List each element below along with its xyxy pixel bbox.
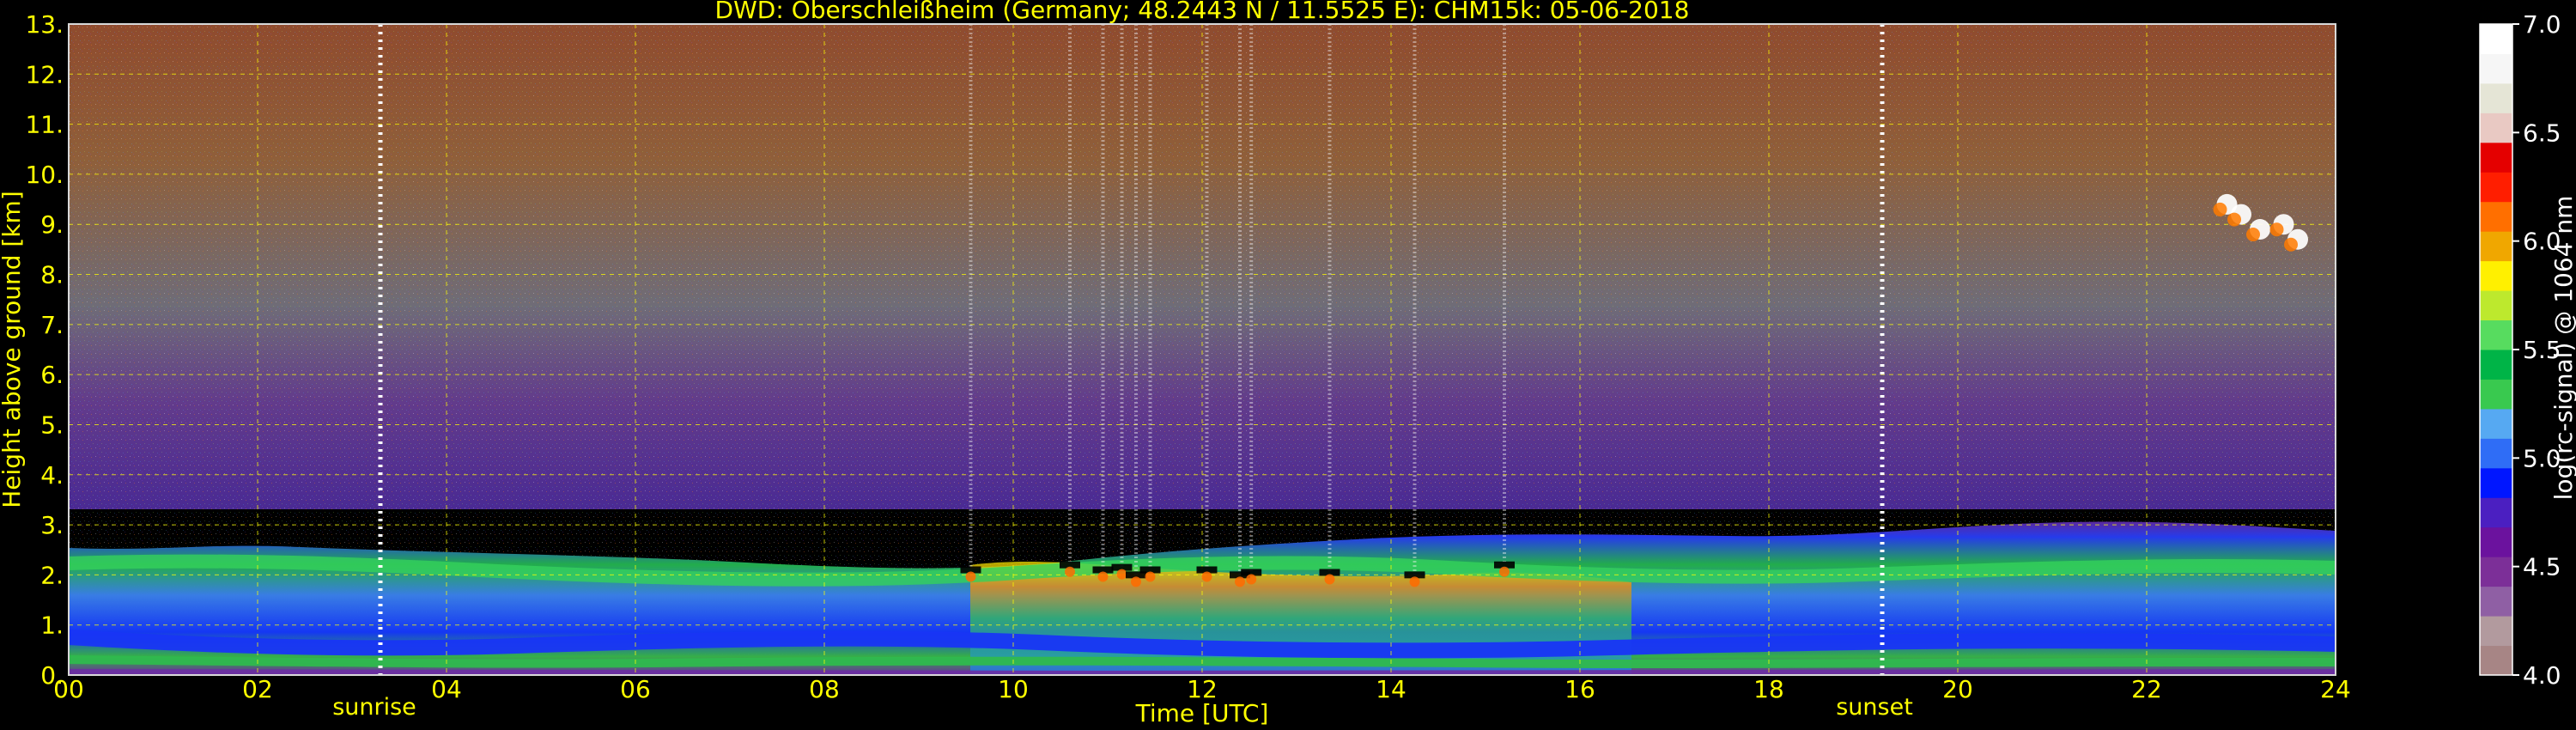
colorbar-segment xyxy=(2480,497,2512,528)
x-tick-label: 20 xyxy=(1942,675,1973,703)
sunrise-label: sunrise xyxy=(332,694,416,721)
x-tick-label: 12 xyxy=(1187,675,1218,703)
cloud-signal-point xyxy=(1201,571,1212,582)
y-tick-label: 0. xyxy=(40,661,64,690)
y-tick-label: 4. xyxy=(40,461,64,490)
colorbar-segment xyxy=(2480,113,2512,143)
cloud-signal-point xyxy=(1246,574,1257,585)
cloud-signal-point xyxy=(965,571,976,582)
cloud-signal-point xyxy=(1116,569,1127,580)
chart-svg: DWD: Oberschleißheim (Germany; 48.2443 N… xyxy=(0,0,2576,727)
high-cloud-edge xyxy=(2269,222,2284,237)
colorbar-segment xyxy=(2480,319,2512,350)
y-axis-label: Height above ground [km] xyxy=(0,191,26,508)
y-tick-label: 1. xyxy=(40,611,64,640)
colorbar-segment xyxy=(2480,616,2512,647)
x-tick-label: 02 xyxy=(242,675,273,703)
cloud-signal-point xyxy=(1097,571,1109,582)
y-tick-label: 8. xyxy=(40,261,64,289)
x-tick-label: 22 xyxy=(2131,675,2162,703)
cloud-signal-point xyxy=(1324,574,1335,585)
sunset-label: sunset xyxy=(1836,694,1913,721)
x-tick-label: 14 xyxy=(1376,675,1406,703)
cloud-signal-point xyxy=(1145,571,1156,582)
y-tick-label: 2. xyxy=(40,561,64,589)
high-cloud-edge xyxy=(2213,202,2227,216)
colorbar-segment xyxy=(2480,201,2512,232)
colorbar-tick-label: 4.5 xyxy=(2523,553,2561,581)
y-tick-label: 12. xyxy=(25,60,64,88)
colorbar-segment xyxy=(2480,586,2512,617)
colorbar-segment xyxy=(2480,350,2512,380)
y-tick-label: 3. xyxy=(40,511,64,539)
x-tick-label: 18 xyxy=(1753,675,1784,703)
chart-title: DWD: Oberschleißheim (Germany; 48.2443 N… xyxy=(715,0,1690,24)
colorbar-tick-label: 4.0 xyxy=(2523,661,2561,690)
y-tick-label: 9. xyxy=(40,210,64,239)
colorbar-segment xyxy=(2480,172,2512,203)
x-tick-label: 24 xyxy=(2320,675,2351,703)
y-tick-label: 11. xyxy=(25,111,64,139)
y-tick-label: 10. xyxy=(25,161,64,189)
colorbar-segment xyxy=(2480,645,2512,676)
chart-root: DWD: Oberschleißheim (Germany; 48.2443 N… xyxy=(0,0,2576,730)
colorbar-tick-label: 7.0 xyxy=(2523,10,2561,39)
cloud-signal-point xyxy=(1131,576,1141,587)
colorbar-segment xyxy=(2480,408,2512,439)
cloud-signal-point xyxy=(1499,566,1510,577)
colorbar-segment xyxy=(2480,260,2512,291)
colorbar-segment xyxy=(2480,379,2512,410)
colorbar-segment xyxy=(2480,24,2512,54)
y-tick-label: 6. xyxy=(40,361,64,389)
colorbar-segment xyxy=(2480,142,2512,173)
y-tick-label: 13. xyxy=(25,10,64,39)
colorbar-segment xyxy=(2480,557,2512,587)
x-tick-label: 16 xyxy=(1564,675,1595,703)
colorbar-segment xyxy=(2480,231,2512,262)
colorbar-segment xyxy=(2480,526,2512,557)
colorbar-segment xyxy=(2480,82,2512,113)
colorbar-label: log(rc-signal) @ 1064 nm xyxy=(2549,196,2576,501)
colorbar-segment xyxy=(2480,467,2512,498)
high-cloud-edge xyxy=(2246,228,2260,242)
high-cloud-edge xyxy=(2227,212,2241,227)
high-cloud-edge xyxy=(2284,237,2298,252)
cloud-signal-point xyxy=(1065,566,1075,577)
cloud-signal-point xyxy=(1235,576,1245,587)
colorbar-segment xyxy=(2480,53,2512,84)
colorbar-segment xyxy=(2480,438,2512,469)
x-tick-label: 06 xyxy=(620,675,651,703)
y-tick-label: 7. xyxy=(40,311,64,339)
x-tick-label: 10 xyxy=(998,675,1029,703)
colorbar-segment xyxy=(2480,290,2512,321)
x-tick-label: 04 xyxy=(431,675,462,703)
colorbar-tick-label: 6.5 xyxy=(2523,119,2561,147)
cloud-signal-point xyxy=(1409,576,1420,587)
x-tick-label: 08 xyxy=(809,675,840,703)
y-tick-label: 5. xyxy=(40,411,64,439)
